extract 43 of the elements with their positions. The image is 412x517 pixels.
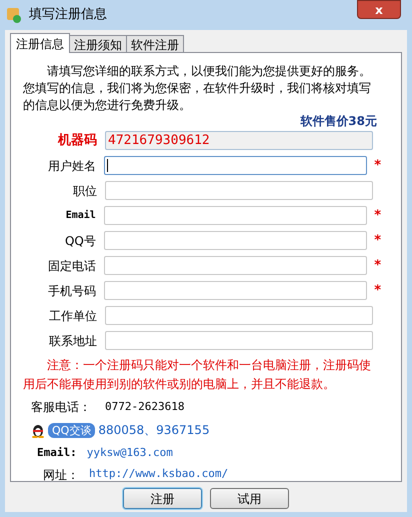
input-field[interactable]	[105, 331, 373, 350]
required-mark: *	[374, 232, 381, 250]
tab[interactable]: 注册信息	[10, 33, 70, 53]
input-field[interactable]	[104, 231, 368, 250]
input-field[interactable]	[104, 281, 368, 300]
field-label: 固定电话	[46, 258, 96, 274]
chat-badge[interactable]: QQ交谈	[48, 422, 96, 438]
dialog-button[interactable]: 试用	[210, 488, 289, 509]
field-label: 机器码	[56, 132, 97, 150]
input-field[interactable]	[104, 206, 368, 225]
field-label: 用户姓名	[46, 158, 96, 174]
input-field[interactable]	[104, 256, 368, 275]
phone-number: 0772-2623618	[105, 398, 184, 415]
field-label: 手机号码	[46, 282, 96, 300]
input-field[interactable]	[104, 156, 368, 175]
input-field[interactable]	[105, 306, 373, 325]
penguin-icon	[31, 422, 45, 438]
required-mark: *	[374, 256, 381, 275]
email-label: Email:	[37, 445, 77, 461]
required-mark: *	[374, 156, 381, 175]
field-label: 联系地址	[48, 332, 97, 350]
dialog-button[interactable]: 注册	[123, 488, 202, 509]
window-title: 填写注册信息	[29, 6, 107, 24]
close-button[interactable]: x	[357, 0, 401, 19]
field-label: 工作单位	[48, 308, 97, 324]
required-mark: *	[374, 206, 381, 225]
field-label: Email	[64, 208, 96, 223]
input-field[interactable]	[105, 181, 373, 200]
notice-text: 注意：一个注册码只能对一个软件和一台电脑注册，注册码使用后不能再使用到别的软件或别的电脑上，并且不能退款。	[23, 357, 372, 393]
price-text: 软件售价38元	[300, 114, 377, 129]
website-label: 网址：	[43, 466, 79, 484]
field-label: 职位	[72, 182, 97, 200]
qq-numbers: 880058、9367155	[98, 422, 210, 439]
field-label: QQ号	[64, 232, 96, 250]
website-link[interactable]: http://www.ksbao.com/	[89, 466, 228, 483]
required-mark: *	[374, 282, 381, 300]
tab[interactable]: 注册须知	[69, 35, 127, 52]
intro-text: 请填写您详细的联系方式，以便我们能为您提供更好的服务。您填写的信息，我们将为您保密，在软件升级时，我们将核对填写的信息以便为您进行免费升级。	[23, 63, 372, 114]
tab[interactable]: 软件注册	[126, 35, 184, 52]
email-link[interactable]: yyksw@163.com	[86, 445, 173, 462]
machine-code-field[interactable]: 4721679309612	[105, 131, 373, 150]
phone-label: 客服电话：	[31, 399, 91, 416]
app-icon	[5, 6, 23, 24]
